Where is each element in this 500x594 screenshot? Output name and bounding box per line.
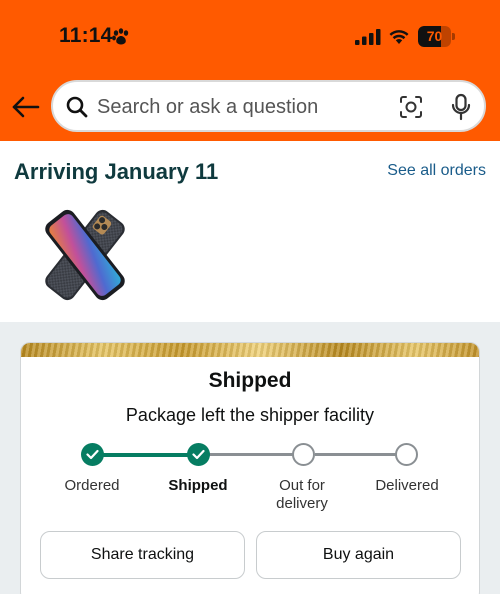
buy-again-button[interactable]: Buy again — [256, 531, 461, 579]
battery-level: 70 — [426, 28, 443, 44]
search-bar[interactable] — [51, 80, 486, 132]
app-header: 11:14 70 — [0, 0, 500, 141]
check-icon — [86, 449, 99, 460]
product-image[interactable] — [35, 205, 135, 305]
status-time: 11:14 — [59, 24, 113, 47]
step-label-delivered: Delivered — [375, 477, 439, 494]
signal-icon — [355, 29, 381, 45]
step-label-ordered: Ordered — [64, 477, 120, 494]
step-node-ordered — [81, 443, 104, 466]
tracking-card: Shipped Package left the shipper facilit… — [20, 342, 480, 594]
share-tracking-button[interactable]: Share tracking — [40, 531, 245, 579]
search-input[interactable] — [97, 95, 387, 119]
microphone-icon[interactable] — [450, 93, 472, 121]
step-node-shipped — [187, 443, 210, 466]
step-label-shipped: Shipped — [168, 477, 228, 494]
see-all-orders-link[interactable]: See all orders — [387, 162, 486, 180]
step-label-out-for-delivery: Out for delivery — [276, 477, 328, 512]
shipment-status: Shipped — [208, 369, 292, 392]
gold-banner — [21, 343, 479, 357]
paw-icon — [112, 28, 129, 45]
back-arrow-icon[interactable] — [10, 92, 42, 122]
step-node-out-for-delivery — [292, 443, 315, 466]
wifi-icon — [389, 30, 409, 44]
check-icon — [192, 449, 205, 460]
camera-lens-icon[interactable] — [398, 94, 424, 120]
shipment-message: Package left the shipper facility — [125, 405, 375, 425]
step-node-delivered — [395, 443, 418, 466]
progress-line-1 — [103, 453, 197, 457]
progress-line-2 — [209, 453, 303, 456]
arrival-heading: Arriving January 11 — [14, 159, 219, 184]
battery-icon: 70 — [418, 26, 456, 47]
search-icon — [66, 96, 88, 118]
